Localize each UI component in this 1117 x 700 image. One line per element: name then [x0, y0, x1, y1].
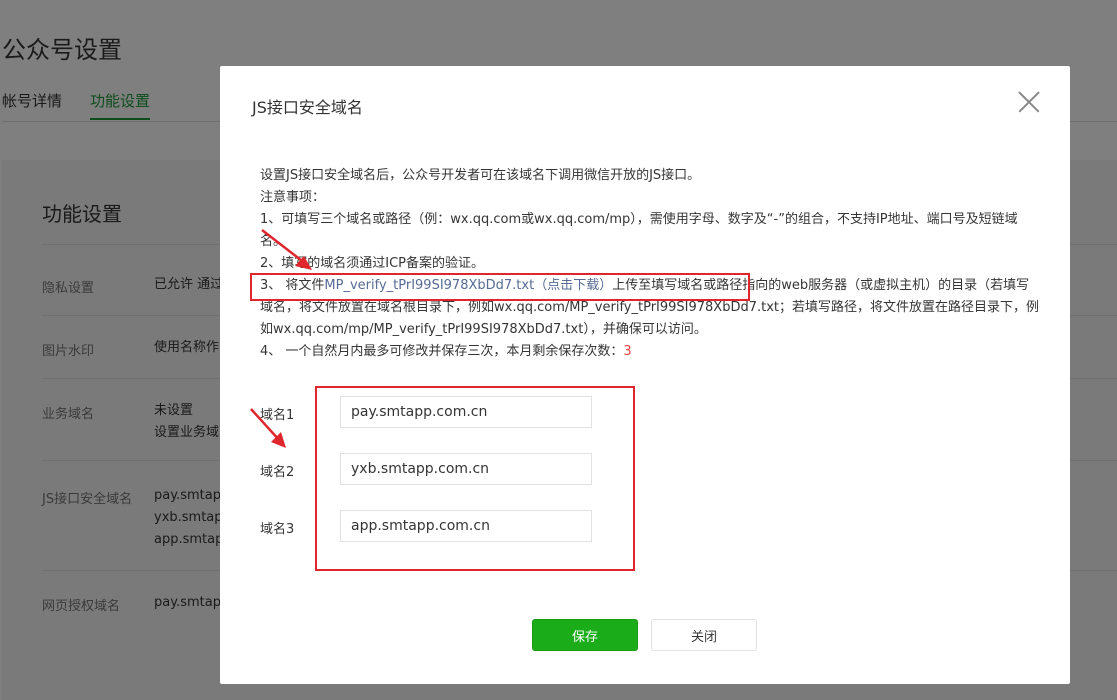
- domain-3-label: 域名3: [260, 522, 295, 537]
- row-label-watermark: 图片水印: [42, 344, 95, 359]
- js-domain-dialog: JS接口安全域名 设置JS接口安全域名后，公众号开发者可在该域名下调用微信开放的…: [220, 66, 1070, 684]
- notes-heading: 注意事项：: [260, 190, 326, 205]
- remaining-save-count: 3: [623, 344, 632, 359]
- note-2: 2、填写的域名须通过ICP备案的验证。: [260, 256, 485, 271]
- domain-3-input[interactable]: [340, 510, 592, 542]
- row-label-js-domain: JS接口安全域名: [42, 492, 133, 507]
- dialog-title: JS接口安全域名: [252, 98, 363, 117]
- save-button[interactable]: 保存: [532, 619, 638, 651]
- close-icon[interactable]: [1018, 91, 1040, 113]
- row-label-oauth-domain: 网页授权域名: [42, 599, 121, 614]
- note-4: 4、 一个自然月内最多可修改并保存三次，本月剩余保存次数：3: [260, 341, 1040, 363]
- row-value-line: app.smtap: [154, 532, 224, 547]
- intro-text: 设置JS接口安全域名后，公众号开发者可在该域名下调用微信开放的JS接口。: [260, 168, 701, 183]
- domain-2-label: 域名2: [260, 465, 295, 480]
- row-value-js-domain: pay.smtap yxb.smtap app.smtap: [154, 485, 223, 551]
- domain-1-input[interactable]: [340, 396, 592, 428]
- domain-2-input[interactable]: [340, 453, 592, 485]
- domain-1-label: 域名1: [260, 408, 295, 423]
- row-value-line: 未设置: [154, 403, 194, 418]
- tab-function-settings[interactable]: 功能设置: [90, 90, 151, 120]
- row-value-line[interactable]: 设置业务域: [154, 422, 219, 444]
- dialog-description: 设置JS接口安全域名后，公众号开发者可在该域名下调用微信开放的JS接口。 注意事…: [260, 165, 1040, 363]
- row-value-line: pay.smtap: [154, 488, 221, 503]
- note-4-prefix: 4、 一个自然月内最多可修改并保存三次，本月剩余保存次数：: [260, 344, 624, 359]
- panel-title: 功能设置: [42, 202, 122, 226]
- row-value-line: yxb.smtap: [154, 510, 223, 525]
- row-value-watermark: 使用名称作: [154, 340, 220, 355]
- note-1: 1、可填写三个域名或路径（例：wx.qq.com或wx.qq.com/mp），需…: [260, 212, 1018, 249]
- page-title: 公众号设置: [2, 36, 122, 64]
- row-label-business-domain: 业务域名: [42, 407, 95, 422]
- tab-account-details[interactable]: 帐号详情: [2, 90, 62, 111]
- row-label-privacy: 隐私设置: [42, 281, 95, 296]
- row-value-oauth-domain: pay.smtap: [154, 595, 221, 610]
- row-value-business-domain: 未设置 设置业务域: [154, 400, 219, 444]
- close-button[interactable]: 关闭: [651, 619, 757, 651]
- annotation-highlight-box: [250, 273, 750, 301]
- annotation-arrow-icon: [261, 229, 312, 270]
- row-value-privacy: 已允许 通过: [154, 277, 224, 292]
